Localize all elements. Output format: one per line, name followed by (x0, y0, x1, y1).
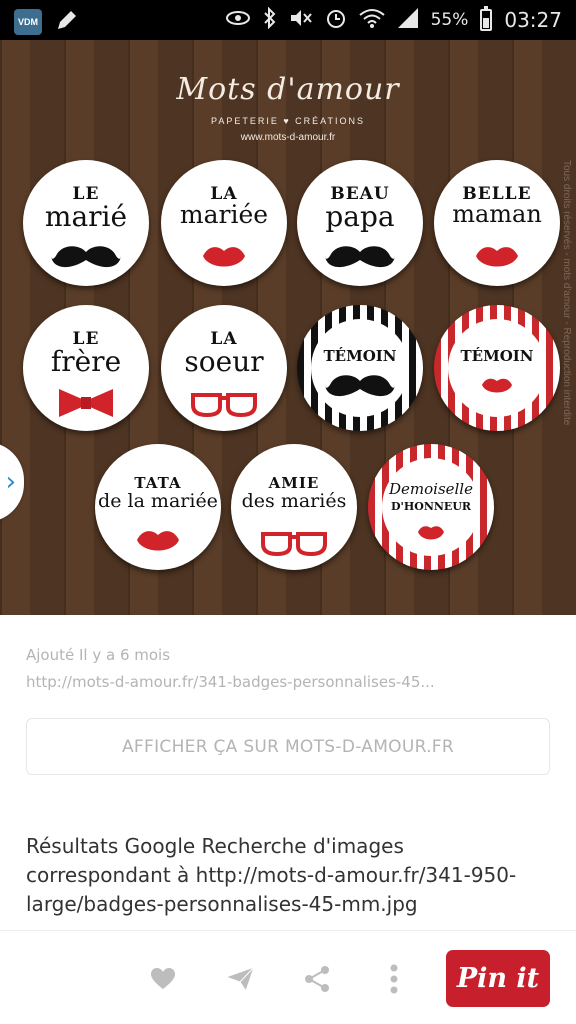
lips-icon (476, 247, 518, 267)
alarm-icon (325, 7, 347, 34)
badge-line2: mariée (179, 200, 269, 229)
badge-line2: papa (325, 200, 395, 233)
badge-line2: marié (44, 200, 128, 233)
badge-line2: soeur (184, 345, 264, 378)
bowtie-icon (59, 389, 113, 417)
badge-line2: de la mariée (98, 490, 218, 512)
heart-icon[interactable] (145, 961, 181, 997)
battery-fill (483, 18, 490, 28)
badge-le-frere: LE frère (23, 305, 149, 431)
mustache-icon (51, 246, 121, 268)
badge-line2: des mariés (241, 490, 347, 512)
mustache-icon (325, 246, 395, 268)
badge-line1: TÉMOIN (460, 347, 534, 365)
badge-le-marie: LE marié (23, 160, 149, 286)
clock: 03:27 (504, 8, 562, 32)
image-watermark: Tous droits réservés - mots d'amour - Re… (561, 160, 572, 426)
more-icon[interactable] (376, 961, 412, 997)
pin-description: Résultats Google Recherche d'images corr… (26, 834, 517, 916)
badge-line2: frère (50, 345, 122, 378)
status-bar-right: 55% 03:27 (225, 0, 562, 40)
glasses-icon (191, 393, 257, 418)
glasses-icon (261, 532, 327, 557)
visit-site-button[interactable]: AFFICHER ÇA SUR MOTS-D-AMOUR.FR (26, 718, 550, 775)
wifi-icon (358, 8, 385, 33)
badge-line2: D'HONNEUR (390, 500, 472, 513)
badge-tata: TATA de la mariée (95, 444, 221, 570)
vdm-app-icon: VDM (14, 9, 42, 35)
action-bar: Pin it (0, 930, 576, 1024)
bluetooth-icon (263, 6, 277, 34)
battery-percent: 55% (430, 10, 469, 30)
badge-amie: AMIE des mariés (231, 444, 357, 570)
pencil-icon (54, 7, 80, 37)
badge-line1: TÉMOIN (323, 347, 397, 365)
source-link[interactable]: http://mots-d-amour.fr/341-badges-person… (26, 673, 526, 691)
status-bar-left: VDM (14, 7, 80, 37)
brand-url: www.mots-d-amour.fr (240, 132, 336, 143)
pin-it-button[interactable]: Pin it (446, 950, 550, 1007)
badge-line2: maman (452, 200, 542, 228)
mute-icon (289, 8, 313, 33)
badge-belle-maman: BELLE maman (434, 160, 560, 286)
badge-beau-papa: BEAU papa (297, 160, 423, 286)
lips-icon (203, 247, 245, 267)
badge-temoin-striped: TÉMOIN (297, 305, 423, 431)
eye-icon (225, 9, 251, 32)
chevron-left-icon: › (5, 467, 16, 497)
share-icon[interactable] (299, 961, 335, 997)
badge-line1: Demoiselle (388, 480, 473, 498)
pin-added-time: Ajouté Il y a 6 mois (26, 646, 171, 664)
brand-subtitle: PAPETERIE ♥ CRÉATIONS (210, 116, 366, 126)
lips-icon (418, 526, 444, 540)
lips-icon (482, 378, 512, 393)
badge-la-soeur: LA soeur (161, 305, 287, 431)
badge-demoiselle: Demoiselle D'HONNEUR (368, 444, 494, 570)
lips-icon (137, 531, 179, 551)
badge-la-mariee: LA mariée (161, 160, 287, 286)
previous-pin-button[interactable]: › (0, 442, 24, 522)
status-bar: VDM 55% 03:27 (0, 0, 576, 40)
battery-icon (480, 6, 493, 31)
badge-temoin-red: TÉMOIN (434, 305, 560, 431)
send-icon[interactable] (222, 961, 258, 997)
mustache-icon (325, 375, 395, 397)
brand-title: Mots d'amour (176, 72, 400, 107)
pin-image[interactable]: Mots d'amour PAPETERIE ♥ CRÉATIONS www.m… (0, 40, 576, 615)
signal-icon (397, 7, 419, 34)
